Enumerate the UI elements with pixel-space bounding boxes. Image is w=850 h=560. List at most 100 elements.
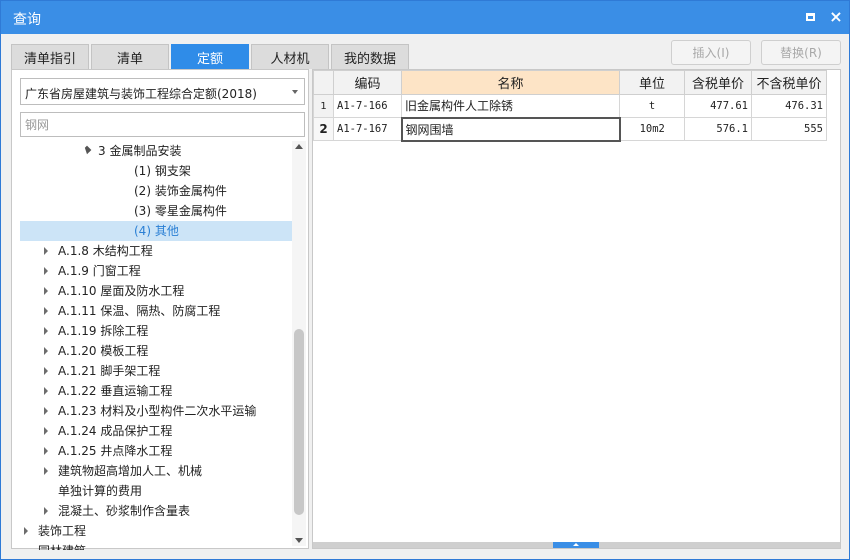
tree-item[interactable]: 园林建筑 <box>20 541 292 550</box>
tree-item-label: A.1.8 木结构工程 <box>58 244 153 258</box>
cell-name[interactable]: 钢网围墙 <box>400 116 621 142</box>
title-bar[interactable]: 查询 × <box>1 1 849 34</box>
column-header-price-with-tax[interactable]: 含税单价 <box>684 70 752 95</box>
expand-arrow-icon[interactable] <box>44 427 48 435</box>
detail-splitter[interactable] <box>313 542 840 548</box>
tree-item-label: A.1.9 门窗工程 <box>58 264 141 278</box>
left-panel: 广东省房屋建筑与装饰工程综合定额(2018) 3 金属制品安装 (1) 钢支架 (2… <box>11 69 309 550</box>
tree-item[interactable]: A.1.20 模板工程 <box>20 341 292 361</box>
cell-unit[interactable]: t <box>619 94 685 118</box>
expand-arrow-icon[interactable] <box>44 367 48 375</box>
tree-item[interactable]: (3) 零星金属构件 <box>20 201 292 221</box>
tree-item[interactable]: A.1.8 木结构工程 <box>20 241 292 261</box>
tree-item[interactable]: (4) 其他 <box>20 221 292 241</box>
tree-item[interactable]: A.1.19 拆除工程 <box>20 321 292 341</box>
header-row: 编码 名称 单位 含税单价 不含税单价 <box>313 70 827 95</box>
tree-item[interactable]: A.1.9 门窗工程 <box>20 261 292 281</box>
tree-item-label: (4) 其他 <box>134 224 179 238</box>
query-dialog: 查询 × 清单指引 清单 定额 人材机 我的数据 插入(I) 替换(R) 广东省… <box>0 0 850 560</box>
cell-price-without-tax[interactable]: 555 <box>751 117 827 141</box>
expand-arrow-icon[interactable] <box>44 307 48 315</box>
tree-item[interactable]: (1) 钢支架 <box>20 161 292 181</box>
expand-arrow-icon[interactable] <box>44 407 48 415</box>
dialog-title: 查询 <box>13 12 41 28</box>
expand-arrow-icon[interactable] <box>44 287 48 295</box>
tree-item-label: 单独计算的费用 <box>58 484 143 498</box>
tree-item[interactable]: 装饰工程 <box>20 521 292 541</box>
table-row[interactable]: 2 A1-7-167 钢网围墙 10m2 576.1 555 <box>313 116 827 142</box>
tree-scrollbar[interactable] <box>292 141 306 546</box>
expand-arrow-icon[interactable] <box>44 447 48 455</box>
scroll-up-arrow-icon[interactable] <box>295 144 303 149</box>
column-header-code[interactable]: 编码 <box>333 70 402 95</box>
tree-item-label: A.1.22 垂直运输工程 <box>58 384 173 398</box>
cell-name[interactable]: 旧金属构件人工除锈 <box>401 94 620 118</box>
quota-grid: 编码 名称 单位 含税单价 不含税单价 1 A1-7-166 旧金属构件人工除锈… <box>312 69 841 549</box>
maximize-button[interactable] <box>801 8 819 26</box>
collapse-arrow-icon[interactable] <box>82 145 92 155</box>
scrollbar-thumb[interactable] <box>294 329 304 515</box>
tab-quota[interactable]: 定额 <box>171 44 249 69</box>
cell-price-without-tax[interactable]: 476.31 <box>751 94 827 118</box>
expand-arrow-icon[interactable] <box>44 467 48 475</box>
tree-item[interactable]: A.1.21 脚手架工程 <box>20 361 292 381</box>
library-select[interactable]: 广东省房屋建筑与装饰工程综合定额(2018) <box>20 78 305 105</box>
corner-header <box>313 70 334 95</box>
expand-detail-button[interactable] <box>553 542 599 548</box>
tree-item-label: A.1.25 井点降水工程 <box>58 444 173 458</box>
tree-item-label: A.1.19 拆除工程 <box>58 324 149 338</box>
tree-item-label: 建筑物超高增加人工、机械 <box>58 464 203 478</box>
tree-item[interactable]: A.1.10 屋面及防水工程 <box>20 281 292 301</box>
row-number[interactable]: 1 <box>313 94 334 118</box>
tab-bill-guide[interactable]: 清单指引 <box>11 44 89 69</box>
cell-code[interactable]: A1-7-167 <box>333 117 402 141</box>
column-header-price-without-tax[interactable]: 不含税单价 <box>751 70 827 95</box>
close-button[interactable]: × <box>827 8 845 26</box>
tree-item-label: A.1.23 材料及小型构件二次水平运输 <box>58 404 257 418</box>
expand-arrow-icon[interactable] <box>44 347 48 355</box>
row-number[interactable]: 2 <box>313 117 334 141</box>
expand-arrow-icon[interactable] <box>44 267 48 275</box>
tab-labor-material-machine[interactable]: 人材机 <box>251 44 329 69</box>
tree-item-label: A.1.20 模板工程 <box>58 344 149 358</box>
tree-item[interactable]: A.1.11 保温、隔热、防腐工程 <box>20 301 292 321</box>
tree-item[interactable]: 3 金属制品安装 <box>20 141 292 161</box>
expand-arrow-icon[interactable] <box>24 527 28 535</box>
close-icon: × <box>829 7 843 26</box>
tree-item[interactable]: A.1.25 井点降水工程 <box>20 441 292 461</box>
tab-bill[interactable]: 清单 <box>91 44 169 69</box>
column-header-name[interactable]: 名称 <box>401 70 620 95</box>
tree-item-label: 混凝土、砂浆制作含量表 <box>58 504 191 518</box>
tab-my-data[interactable]: 我的数据 <box>331 44 409 69</box>
expand-arrow-icon[interactable] <box>44 507 48 515</box>
tree-item[interactable]: 单独计算的费用 <box>20 481 292 501</box>
dropdown-arrow-icon[interactable] <box>292 90 298 94</box>
cell-code[interactable]: A1-7-166 <box>333 94 402 118</box>
search-input[interactable] <box>20 112 305 137</box>
cell-unit[interactable]: 10m2 <box>619 117 685 141</box>
tree-item-label: (1) 钢支架 <box>134 164 191 178</box>
scroll-down-arrow-icon[interactable] <box>295 538 303 543</box>
library-select-value: 广东省房屋建筑与装饰工程综合定额(2018) <box>25 87 257 101</box>
tree-item[interactable]: (2) 装饰金属构件 <box>20 181 292 201</box>
tree-item-label: 装饰工程 <box>38 524 87 538</box>
replace-button[interactable]: 替换(R) <box>761 40 841 65</box>
expand-arrow-icon[interactable] <box>44 247 48 255</box>
tree-item-label: A.1.11 保温、隔热、防腐工程 <box>58 304 221 318</box>
column-header-unit[interactable]: 单位 <box>619 70 685 95</box>
tree-item[interactable]: 建筑物超高增加人工、机械 <box>20 461 292 481</box>
maximize-icon <box>805 13 815 21</box>
tree-item[interactable]: A.1.22 垂直运输工程 <box>20 381 292 401</box>
tree-item-label: (2) 装饰金属构件 <box>134 184 227 198</box>
tree-item-label: 3 金属制品安装 <box>98 144 182 158</box>
tree-item[interactable]: A.1.23 材料及小型构件二次水平运输 <box>20 401 292 421</box>
cell-price-with-tax[interactable]: 477.61 <box>684 94 752 118</box>
tree-item[interactable]: 混凝土、砂浆制作含量表 <box>20 501 292 521</box>
expand-arrow-icon[interactable] <box>44 327 48 335</box>
table-row[interactable]: 1 A1-7-166 旧金属构件人工除锈 t 477.61 476.31 <box>313 94 827 118</box>
expand-arrow-icon[interactable] <box>44 387 48 395</box>
tree-item-label: A.1.10 屋面及防水工程 <box>58 284 185 298</box>
insert-button[interactable]: 插入(I) <box>671 40 751 65</box>
tree-item[interactable]: A.1.24 成品保护工程 <box>20 421 292 441</box>
cell-price-with-tax[interactable]: 576.1 <box>684 117 752 141</box>
